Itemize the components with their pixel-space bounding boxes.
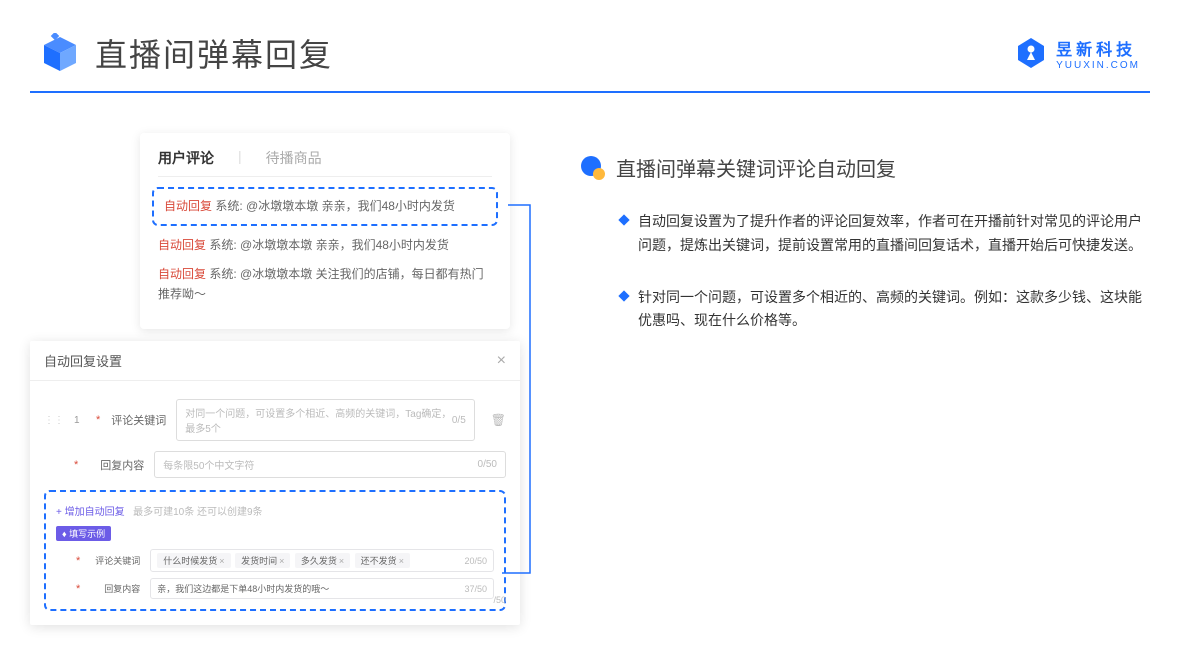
diamond-icon (618, 290, 629, 301)
cube-icon (40, 33, 80, 73)
tab-pending-goods[interactable]: 待播商品 (266, 148, 322, 168)
label-keyword: 评论关键词 (110, 412, 166, 428)
brand-logo: 昱新科技 YUUXIN.COM (1014, 36, 1140, 71)
row-number: 1 (74, 415, 86, 426)
brand-mark-icon (1014, 36, 1048, 70)
char-count: 37/50 (464, 584, 487, 594)
section-title-row: 直播间弹幕关键词评论自动回复 (580, 153, 1150, 182)
required-icon: * (74, 459, 78, 471)
section-title: 直播间弹幕关键词评论自动回复 (616, 153, 896, 182)
dots-icon (580, 155, 606, 181)
drag-handle-icon[interactable]: ⋮⋮ (44, 415, 64, 426)
system-label: 系统: (209, 238, 236, 252)
tab-user-comments[interactable]: 用户评论 (158, 148, 214, 168)
char-count: 20/50 (464, 556, 487, 566)
comment-text: @冰墩墩本墩 亲亲，我们48小时内发货 (246, 199, 455, 213)
page-title: 直播间弹幕回复 (95, 30, 333, 76)
placeholder-text: 每条限50个中文字符 (163, 457, 254, 472)
right-column: 直播间弹幕关键词评论自动回复 自动回复设置为了提升作者的评论回复效率，作者可在开… (580, 133, 1150, 361)
auto-reply-tag: 自动回复 (158, 238, 206, 252)
header-left: 直播间弹幕回复 (40, 30, 333, 76)
chip[interactable]: 发货时间× (235, 553, 290, 568)
add-auto-reply-link[interactable]: + 增加自动回复 (56, 503, 125, 518)
chip-remove-icon[interactable]: × (279, 556, 284, 566)
comment-panel: 用户评论 | 待播商品 自动回复 系统: @冰墩墩本墩 亲亲，我们48小时内发货… (140, 133, 510, 329)
required-icon: * (76, 555, 80, 567)
required-icon: * (96, 414, 100, 426)
chip-remove-icon[interactable]: × (399, 556, 404, 566)
auto-reply-tag: 自动回复 (164, 199, 212, 213)
system-label: 系统: (215, 199, 242, 213)
chip-remove-icon[interactable]: × (339, 556, 344, 566)
settings-body: ⋮⋮ 1 * 评论关键词 对同一个问题，可设置多个相近、高频的关键词，Tag确定… (30, 381, 520, 625)
system-label: 系统: (209, 267, 236, 281)
char-count: 0/50 (478, 459, 497, 470)
settings-header: 自动回复设置 × (30, 341, 520, 381)
ex-content-text: 亲，我们这边都是下单48小时内发货的哦～ (157, 582, 329, 595)
bullet-text: 自动回复设置为了提升作者的评论回复效率，作者可在开播前针对常见的评论用户问题，提… (638, 210, 1150, 258)
settings-panel: 自动回复设置 × ⋮⋮ 1 * 评论关键词 对同一个问题，可设置多个相近、高频的… (30, 341, 520, 625)
highlighted-comment: 自动回复 系统: @冰墩墩本墩 亲亲，我们48小时内发货 (152, 187, 498, 226)
comment-text: @冰墩墩本墩 关注我们的店铺，每日都有热门推荐呦～ (158, 267, 484, 300)
comment-item: 自动回复 系统: @冰墩墩本墩 关注我们的店铺，每日都有热门推荐呦～ (158, 265, 492, 303)
required-icon: * (76, 583, 80, 595)
add-hint: 最多可建10条 还可以创建9条 (133, 507, 262, 518)
bullet-item: 针对同一个问题，可设置多个相近的、高频的关键词。例如：这款多少钱、这块能优惠吗、… (580, 286, 1150, 334)
form-row-keyword: ⋮⋮ 1 * 评论关键词 对同一个问题，可设置多个相近、高频的关键词，Tag确定… (44, 399, 506, 441)
chip-remove-icon[interactable]: × (219, 556, 224, 566)
ex-input-keyword[interactable]: 什么时候发货× 发货时间× 多久发货× 还不发货× 20/50 (150, 549, 494, 572)
left-column: 用户评论 | 待播商品 自动回复 系统: @冰墩墩本墩 亲亲，我们48小时内发货… (30, 133, 550, 361)
brand-sub: YUUXIN.COM (1056, 60, 1140, 71)
char-count: 0/5 (452, 415, 466, 426)
example-badge: ♦ 填写示例 (56, 526, 111, 541)
chip[interactable]: 什么时候发货× (157, 553, 230, 568)
example-box: + 增加自动回复 最多可建10条 还可以创建9条 ♦ 填写示例 * 评论关键词 … (44, 490, 506, 611)
auto-reply-tag: 自动回复 (158, 267, 206, 281)
comment-text: @冰墩墩本墩 亲亲，我们48小时内发货 (240, 238, 449, 252)
diamond-icon (618, 214, 629, 225)
input-keyword[interactable]: 对同一个问题，可设置多个相近、高频的关键词，Tag确定，最多5个 0/5 (176, 399, 474, 441)
label-content: 回复内容 (88, 457, 144, 473)
chip[interactable]: 还不发货× (355, 553, 410, 568)
trash-icon[interactable]: 🗑 (491, 413, 506, 427)
comment-item: 自动回复 系统: @冰墩墩本墩 亲亲，我们48小时内发货 (158, 236, 492, 255)
bullet-text: 针对同一个问题，可设置多个相近的、高频的关键词。例如：这款多少钱、这块能优惠吗、… (638, 286, 1150, 334)
brand-text: 昱新科技 YUUXIN.COM (1056, 36, 1140, 71)
ex-label-content: 回复内容 (90, 582, 140, 595)
ex-label-keyword: 评论关键词 (90, 554, 140, 567)
placeholder-text: 对同一个问题，可设置多个相近、高频的关键词，Tag确定，最多5个 (185, 405, 452, 435)
add-row: + 增加自动回复 最多可建10条 还可以创建9条 (56, 502, 494, 524)
close-icon[interactable]: × (497, 352, 506, 370)
settings-title: 自动回复设置 (44, 351, 122, 370)
page-header: 直播间弹幕回复 昱新科技 YUUXIN.COM (0, 0, 1180, 91)
comment-item: 自动回复 系统: @冰墩墩本墩 亲亲，我们48小时内发货 (164, 197, 486, 216)
tab-divider: | (238, 148, 242, 168)
ex-input-content[interactable]: 亲，我们这边都是下单48小时内发货的哦～ 37/50 (150, 578, 494, 599)
example-row-keyword: * 评论关键词 什么时候发货× 发货时间× 多久发货× 还不发货× 20/50 (56, 549, 494, 572)
chip-container: 什么时候发货× 发货时间× 多久发货× 还不发货× (157, 553, 412, 568)
main-content: 用户评论 | 待播商品 自动回复 系统: @冰墩墩本墩 亲亲，我们48小时内发货… (0, 93, 1180, 401)
input-content[interactable]: 每条限50个中文字符 0/50 (154, 451, 506, 478)
chip[interactable]: 多久发货× (295, 553, 350, 568)
overflow-count: /50 (493, 595, 506, 605)
example-row-content: * 回复内容 亲，我们这边都是下单48小时内发货的哦～ 37/50 (56, 578, 494, 599)
bullet-item: 自动回复设置为了提升作者的评论回复效率，作者可在开播前针对常见的评论用户问题，提… (580, 210, 1150, 258)
form-row-content: * 回复内容 每条限50个中文字符 0/50 (44, 451, 506, 478)
tab-row: 用户评论 | 待播商品 (158, 148, 492, 177)
brand-name: 昱新科技 (1056, 36, 1140, 60)
